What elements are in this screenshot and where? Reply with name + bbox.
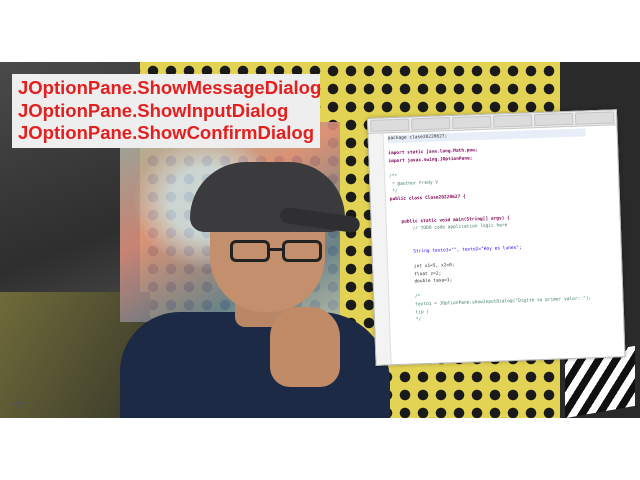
letterbox-top (0, 0, 640, 62)
hand-on-chin (270, 307, 340, 387)
title-line-message-dialog: JOptionPane.ShowMessageDialog (18, 77, 322, 98)
code-editor-screenshot: package clase20220627; import static jav… (367, 109, 626, 366)
crosshair-icon (10, 396, 26, 412)
title-line-confirm-dialog: JOptionPane.ShowConfirmDialog (18, 122, 315, 143)
letterbox-bottom (0, 418, 640, 480)
title-line-input-dialog: JOptionPane.ShowInputDialog (18, 99, 289, 121)
code-text: package clase20220627; import static jav… (384, 126, 598, 366)
person-torso (120, 312, 390, 418)
person-thinking (120, 152, 400, 418)
title-overlay: JOptionPane.ShowMessageDialog JOptionPan… (12, 74, 322, 148)
glasses-icon (230, 240, 330, 264)
